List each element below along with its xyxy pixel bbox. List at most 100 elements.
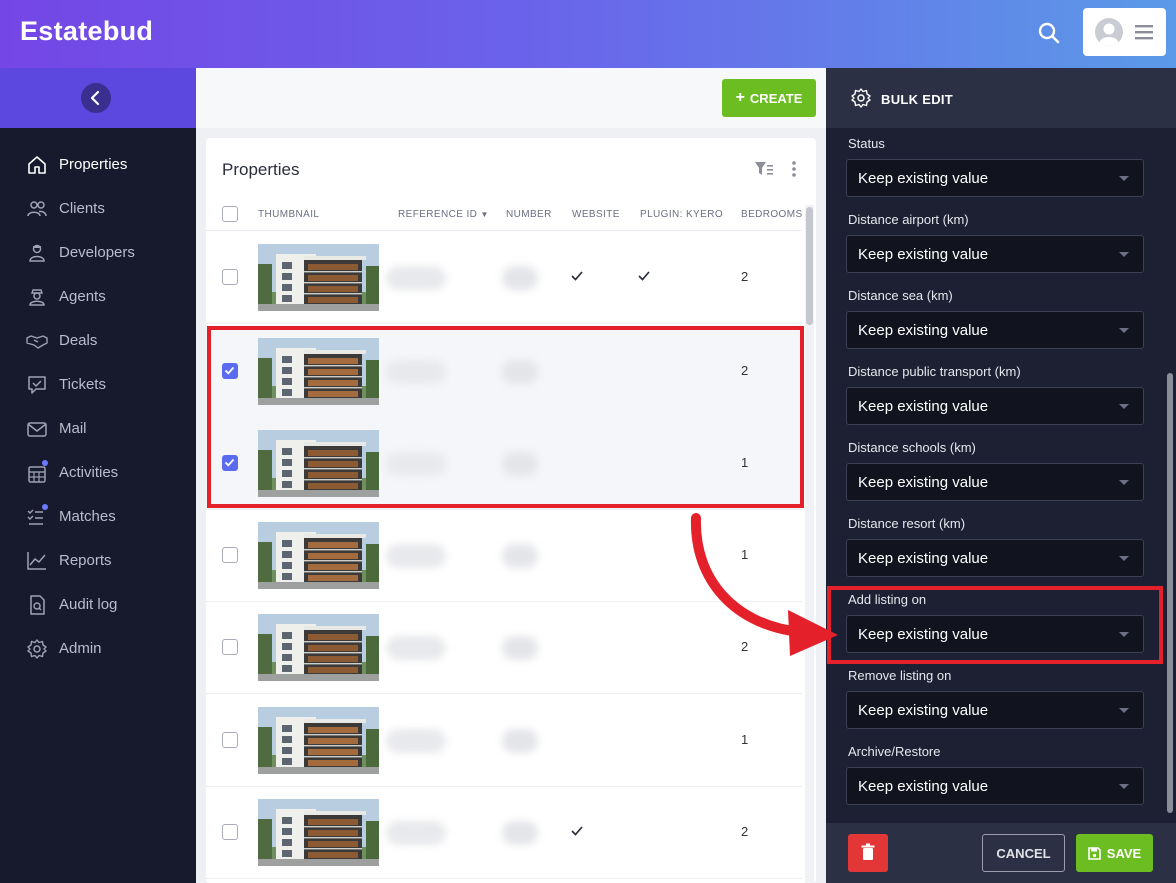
select-all-checkbox[interactable] [222, 206, 238, 222]
scrollbar-thumb[interactable] [1167, 373, 1173, 813]
redacted-reference-id [386, 544, 446, 568]
sidebar-item-label: Properties [59, 156, 128, 173]
property-thumbnail[interactable] [258, 799, 379, 866]
sidebar-item-developers[interactable]: Developers [0, 231, 196, 275]
caret-down-icon [1119, 328, 1129, 333]
sidebar-item-reports[interactable]: Reports [0, 539, 196, 583]
property-thumbnail[interactable] [258, 522, 379, 589]
save-button-label: SAVE [1106, 845, 1142, 861]
field-select[interactable]: Keep existing value [846, 691, 1144, 729]
sidebar-item-label: Audit log [59, 596, 118, 613]
sidebar-item-label: Mail [59, 420, 87, 437]
trash-icon [861, 843, 875, 860]
caret-down-icon [1119, 784, 1129, 789]
annotation-arrow-icon [690, 513, 838, 656]
redacted-reference-id [386, 821, 446, 845]
redacted-number [502, 821, 538, 845]
bulk-edit-panel: BULK EDIT Status Keep existing value Dista… [826, 68, 1176, 883]
caret-down-icon [1119, 252, 1129, 257]
bedrooms-cell: 2 [741, 269, 749, 284]
column-header[interactable]: BEDROOMS [741, 209, 803, 220]
sidebar-item-label: Tickets [59, 376, 106, 393]
search-icon[interactable] [1036, 18, 1062, 48]
property-thumbnail[interactable] [258, 614, 379, 681]
row-checkbox[interactable] [222, 639, 238, 655]
sidebar-item-mail[interactable]: Mail [0, 407, 196, 451]
field-label: Archive/Restore [848, 744, 941, 759]
sidebar: Properties Clients Developers Agents Dea… [0, 68, 196, 883]
gear-icon [27, 639, 47, 659]
select-value: Keep existing value [858, 550, 989, 567]
field-label: Remove listing on [848, 668, 952, 683]
column-header[interactable]: NUMBER [506, 209, 552, 220]
create-button[interactable]: + CREATE [722, 79, 816, 117]
thumbnail-image [258, 522, 379, 589]
save-button[interactable]: SAVE [1076, 834, 1153, 872]
field-select[interactable]: Keep existing value [846, 235, 1144, 273]
field-select[interactable]: Keep existing value [846, 539, 1144, 577]
thumbnail-image [258, 799, 379, 866]
column-header[interactable]: WEBSITE [572, 209, 620, 220]
user-menu-button[interactable] [1083, 8, 1166, 56]
sidebar-item-tickets[interactable]: Tickets [0, 363, 196, 407]
table-row[interactable]: 1 [206, 694, 802, 787]
save-icon [1087, 846, 1101, 860]
field-select[interactable]: Keep existing value [846, 387, 1144, 425]
cancel-button[interactable]: CANCEL [982, 834, 1065, 872]
home-icon [28, 156, 46, 174]
sidebar-item-label: Reports [59, 552, 112, 569]
scrollbar-thumb[interactable] [806, 207, 813, 325]
field-label: Distance public transport (km) [848, 364, 1021, 379]
sidebar-item-agents[interactable]: Agents [0, 275, 196, 319]
row-checkbox[interactable] [222, 269, 238, 285]
table-row[interactable]: 2 [206, 786, 802, 879]
checkmark-icon [571, 271, 583, 281]
row-checkbox[interactable] [222, 547, 238, 563]
sidebar-item-admin[interactable]: Admin [0, 627, 196, 671]
column-header-label: REFERENCE ID [398, 209, 478, 220]
app-logo[interactable]: Estatebud [20, 16, 153, 47]
sidebar-item-activities[interactable]: Activities [0, 451, 196, 495]
field-label: Distance sea (km) [848, 288, 953, 303]
column-header-reference-id[interactable]: REFERENCE ID ▼ [398, 209, 489, 220]
caret-down-icon [1119, 556, 1129, 561]
sidebar-item-clients[interactable]: Clients [0, 187, 196, 231]
sidebar-item-label: Clients [59, 200, 105, 217]
bulk-edit-scrollbar[interactable] [1166, 128, 1174, 823]
field-select[interactable]: Keep existing value [846, 463, 1144, 501]
field-select[interactable]: Keep existing value [846, 311, 1144, 349]
collapse-sidebar-button[interactable] [81, 83, 111, 113]
sidebar-item-audit-log[interactable]: Audit log [0, 583, 196, 627]
property-thumbnail[interactable] [258, 707, 379, 774]
redacted-number [502, 729, 538, 753]
redacted-reference-id [386, 729, 446, 753]
filter-icon[interactable] [754, 160, 774, 178]
redacted-number [502, 266, 538, 290]
row-checkbox[interactable] [222, 732, 238, 748]
bulk-edit-header: BULK EDIT [826, 68, 1176, 128]
sidebar-item-matches[interactable]: Matches [0, 495, 196, 539]
delete-button[interactable] [848, 834, 888, 872]
field-select[interactable]: Keep existing value [846, 767, 1144, 805]
select-value: Keep existing value [858, 170, 989, 187]
select-value: Keep existing value [858, 474, 989, 491]
select-value: Keep existing value [858, 702, 989, 719]
column-header[interactable]: THUMBNAIL [258, 209, 319, 220]
notification-dot [42, 460, 48, 466]
more-vertical-icon[interactable] [786, 159, 802, 179]
sidebar-item-properties[interactable]: Properties [0, 143, 196, 187]
caret-down-icon [1119, 176, 1129, 181]
developer-icon [29, 244, 45, 262]
highlight-selected-rows [207, 326, 804, 508]
chart-icon [27, 552, 46, 570]
sidebar-item-label: Agents [59, 288, 106, 305]
caret-down-icon [1119, 708, 1129, 713]
highlight-add-listing-field [827, 586, 1163, 664]
field-select[interactable]: Keep existing value [846, 159, 1144, 197]
table-row[interactable]: 2 [206, 231, 802, 324]
sort-down-icon: ▼ [480, 210, 489, 219]
property-thumbnail[interactable] [258, 244, 379, 311]
row-checkbox[interactable] [222, 824, 238, 840]
sidebar-item-deals[interactable]: Deals [0, 319, 196, 363]
column-header[interactable]: PLUGIN: KYERO [640, 209, 723, 220]
